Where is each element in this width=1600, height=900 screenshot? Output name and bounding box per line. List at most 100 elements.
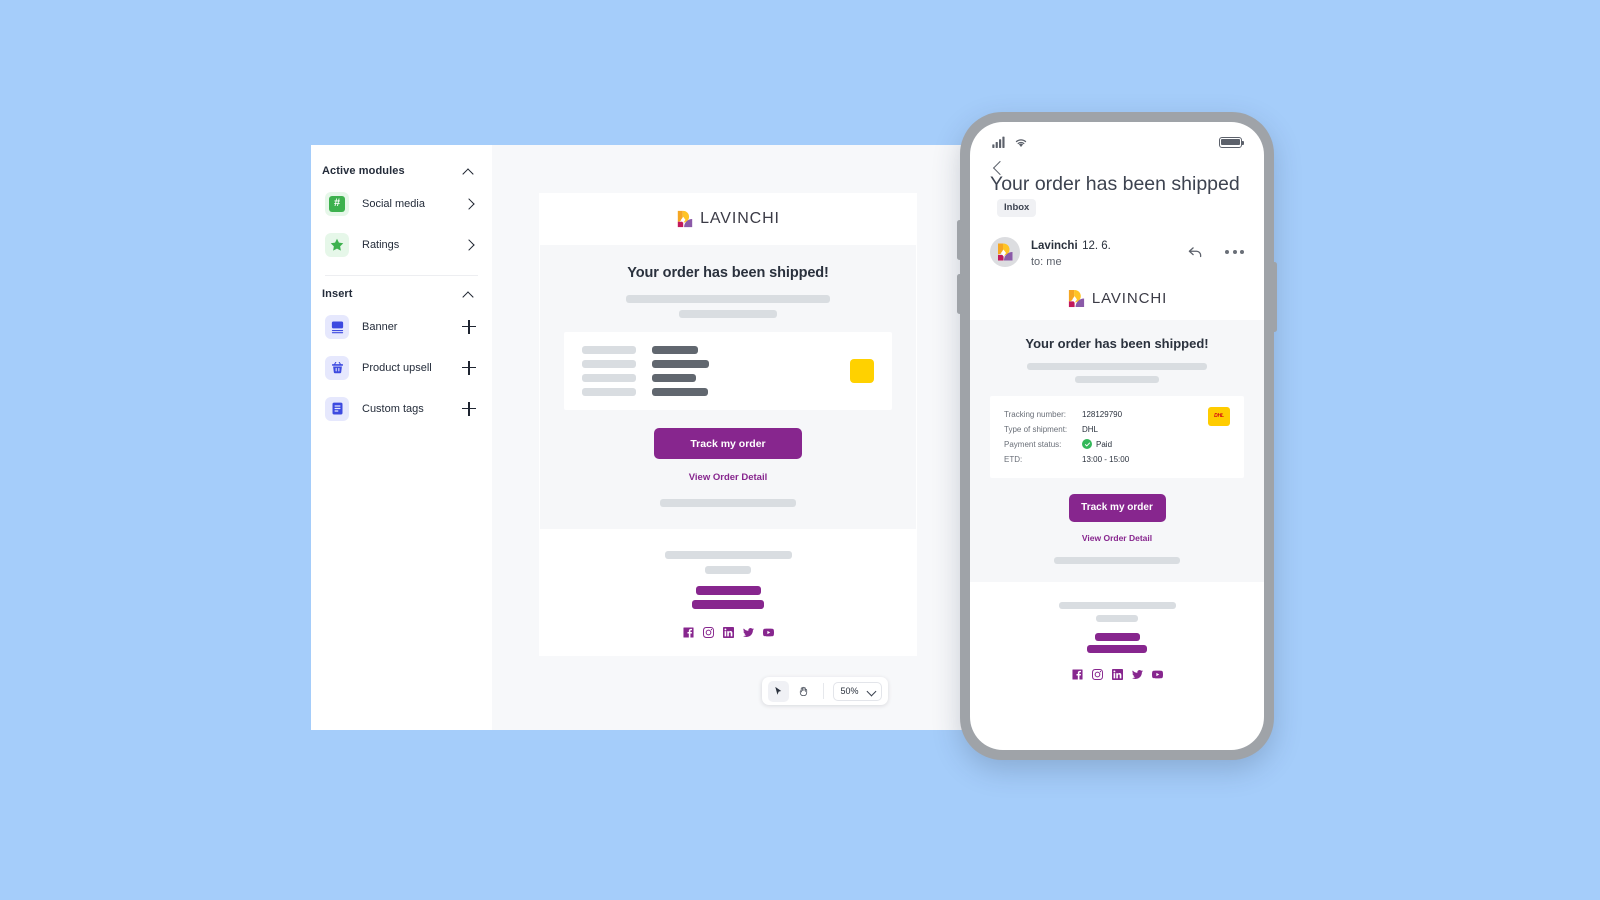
detail-label: Type of shipment: — [1004, 424, 1068, 434]
detail-row: Tracking number: 128129790 — [1004, 407, 1208, 422]
phone-volume-up-button[interactable] — [957, 220, 962, 260]
phone-volume-down-button[interactable] — [957, 274, 962, 314]
instagram-icon[interactable] — [1091, 668, 1103, 680]
placeholder-bar — [626, 295, 830, 303]
instagram-icon[interactable] — [702, 627, 714, 638]
lavinchi-logo-icon — [677, 210, 693, 228]
placeholder-bar — [1096, 614, 1138, 622]
signal-icon — [992, 136, 1005, 148]
email-footer — [539, 529, 917, 656]
twitter-icon[interactable] — [742, 627, 754, 638]
placeholder-bar — [1027, 362, 1207, 370]
zoom-level-select[interactable]: 50% — [832, 681, 882, 701]
email-heading: Your order has been shipped! — [627, 265, 829, 281]
recipient-text: to: me — [1031, 255, 1062, 268]
sidebar-item-banner[interactable]: Banner — [311, 306, 492, 347]
basket-icon — [325, 355, 349, 380]
check-circle-icon — [1082, 439, 1092, 450]
detail-label: Payment status: — [1004, 439, 1062, 449]
phone-email-body: Your order has been shipped! Tracking nu… — [970, 319, 1264, 582]
view-order-detail-link[interactable]: View Order Detail — [564, 472, 892, 483]
placeholder-value-bar — [652, 360, 709, 368]
sidebar-item-social-media[interactable]: # Social media — [311, 183, 492, 224]
youtube-icon[interactable] — [762, 627, 774, 638]
star-icon — [325, 232, 349, 257]
cursor-tool-button[interactable] — [767, 680, 789, 702]
sidebar: Active modules # Social media Ratings In… — [311, 145, 492, 730]
email-heading: Your order has been shipped! — [1025, 335, 1209, 351]
hand-tool-button[interactable] — [792, 681, 813, 702]
sidebar-item-custom-tags[interactable]: Custom tags — [311, 388, 492, 429]
lavinchi-logo-icon — [998, 243, 1013, 261]
email-brand-name: LAVINCHI — [1091, 290, 1168, 308]
chevron-up-icon[interactable] — [463, 288, 476, 301]
email-preview-card: LAVINCHI Your order has been shipped! Tr… — [539, 193, 917, 656]
email-brand-header: LAVINCHI — [539, 193, 917, 245]
inbox-label-badge: Inbox — [997, 198, 1037, 218]
track-my-order-button[interactable]: Track my order — [654, 428, 802, 459]
sidebar-section-active-modules-header[interactable]: Active modules — [311, 157, 492, 183]
phone-email-footer — [970, 581, 1264, 680]
detail-label: ETD: — [1004, 454, 1023, 464]
canvas-toolbar: 50% — [761, 677, 888, 705]
twitter-icon[interactable] — [1131, 669, 1143, 680]
mail-header: Your order has been shipped Inbox Lavinch… — [970, 154, 1264, 268]
mail-subject-text: Your order has been shipped — [990, 173, 1240, 195]
zoom-level-value: 50% — [840, 686, 859, 696]
dhl-carrier-badge: DHL — [1208, 406, 1230, 426]
more-options-icon[interactable] — [1219, 249, 1244, 254]
phone-screen: Your order has been shipped Inbox Lavinch… — [970, 122, 1264, 750]
placeholder-bar-purple — [692, 600, 764, 609]
placeholder-bar — [705, 566, 751, 574]
placeholder-label-bar — [582, 360, 636, 368]
linkedin-icon[interactable] — [722, 627, 734, 638]
placeholder-value-bar — [652, 374, 696, 382]
view-order-detail-link[interactable]: View Order Detail — [990, 533, 1244, 543]
order-details-table: Tracking number: 128129790 Type of shipm… — [1004, 407, 1208, 467]
plus-icon[interactable] — [462, 319, 476, 334]
detail-label: Tracking number: — [1004, 409, 1066, 419]
sidebar-divider — [325, 275, 478, 276]
facebook-icon[interactable] — [682, 627, 694, 638]
sidebar-item-ratings[interactable]: Ratings — [311, 224, 492, 265]
placeholder-value-bar — [652, 388, 708, 396]
toolbar-divider — [822, 683, 824, 699]
avatar — [990, 236, 1020, 267]
sidebar-section-insert-header[interactable]: Insert — [311, 280, 492, 306]
reply-icon[interactable] — [1186, 243, 1204, 261]
placeholder-label-bar — [582, 346, 636, 354]
mail-subject: Your order has been shipped Inbox — [990, 172, 1244, 222]
wifi-icon — [1015, 139, 1027, 148]
plus-icon[interactable] — [462, 401, 476, 416]
sidebar-item-product-upsell[interactable]: Product upsell — [311, 347, 492, 388]
sidebar-item-label: Custom tags — [362, 402, 424, 415]
phone-power-button[interactable] — [1272, 262, 1277, 332]
linkedin-icon[interactable] — [1111, 668, 1123, 680]
placeholder-bar-purple — [695, 586, 761, 595]
social-links-row — [563, 627, 893, 638]
sender-name: Lavinchi — [1031, 239, 1078, 252]
chevron-up-icon[interactable] — [463, 165, 476, 178]
placeholder-rows — [582, 346, 850, 396]
detail-row: Payment status: Paid — [1004, 437, 1208, 452]
email-body: Your order has been shipped! Track my or… — [540, 245, 916, 529]
placeholder-row — [582, 346, 850, 354]
youtube-icon[interactable] — [1151, 669, 1163, 680]
detail-value: Paid — [1096, 439, 1113, 449]
chevron-right-icon[interactable] — [463, 238, 476, 251]
sidebar-item-label: Product upsell — [362, 361, 432, 374]
detail-value: 128129790 — [1082, 409, 1123, 419]
order-details-box: Tracking number: 128129790 Type of shipm… — [990, 395, 1244, 478]
order-detail-placeholder-box — [564, 332, 892, 410]
document-icon — [325, 396, 349, 421]
plus-icon[interactable] — [462, 360, 476, 375]
sidebar-item-label: Social media — [362, 197, 425, 210]
hashtag-icon: # — [325, 191, 349, 216]
placeholder-bar — [1075, 375, 1159, 383]
sender-date: 12. 6. — [1082, 239, 1111, 252]
chevron-right-icon[interactable] — [463, 197, 476, 210]
placeholder-row — [582, 360, 850, 368]
sender-row: Lavinchi 12. 6. to: me — [990, 236, 1244, 268]
track-my-order-button[interactable]: Track my order — [1068, 493, 1166, 522]
facebook-icon[interactable] — [1071, 669, 1083, 680]
